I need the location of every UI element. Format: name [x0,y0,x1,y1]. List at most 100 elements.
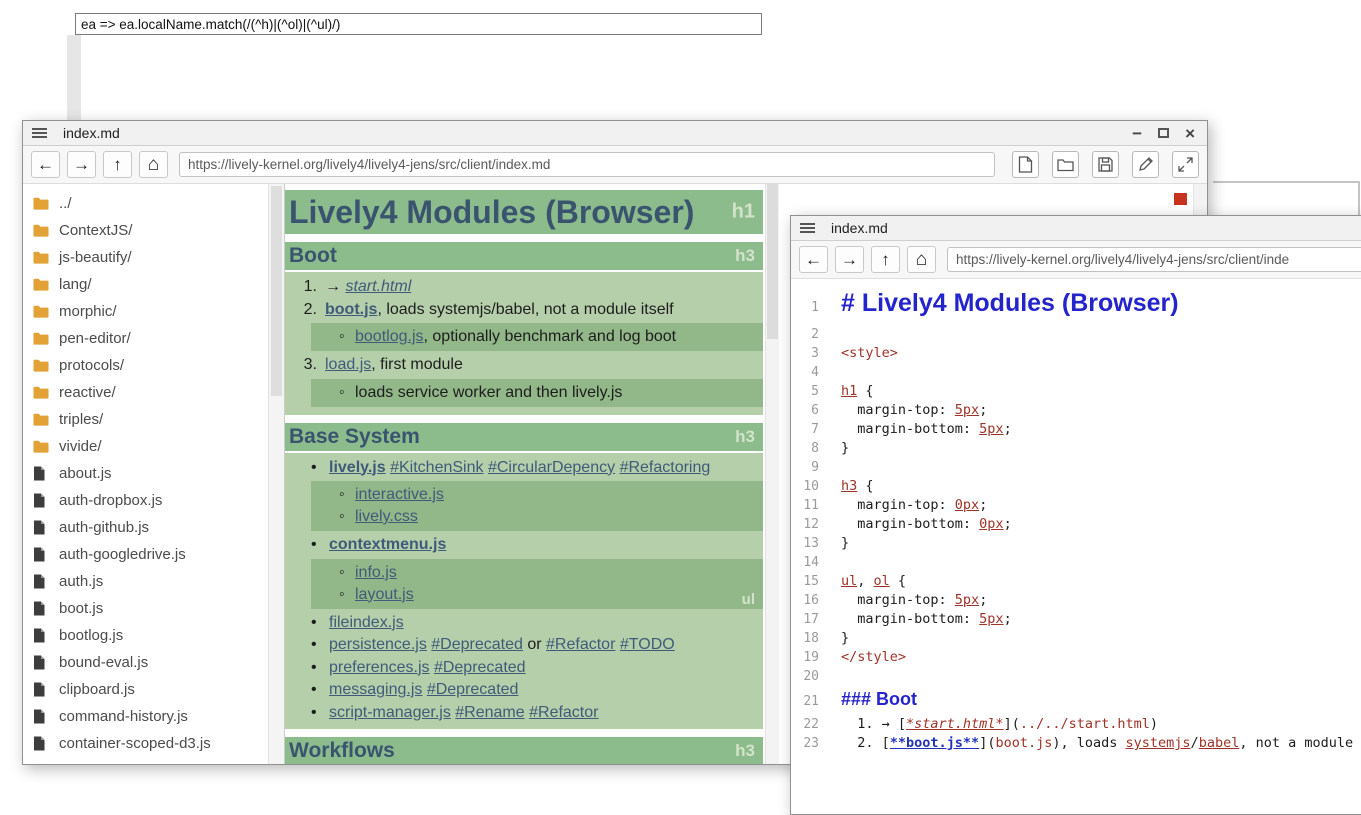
forward-button[interactable]: → [835,246,864,273]
sidebar-item-file[interactable]: bootlog.js [23,622,284,649]
code-line[interactable]: 20 [791,667,1361,686]
sidebar-item-file[interactable]: about.js [23,460,284,487]
code-editor[interactable]: 1# Lively4 Modules (Browser)23<style>45h… [791,279,1361,814]
md-link[interactable]: #Rename [455,704,524,721]
sidebar-item-file[interactable]: auth-googledrive.js [23,541,284,568]
md-link[interactable]: lively.css [355,508,418,525]
md-link[interactable]: #TODO [620,636,675,653]
url-input[interactable] [947,247,1361,272]
md-link[interactable]: info.js [355,564,397,581]
url-input[interactable] [179,152,995,177]
code-line[interactable]: 6 margin-top: 5px; [791,401,1361,420]
back-button[interactable]: ← [799,246,828,273]
code-line[interactable]: 23 2. [**boot.js**](boot.js), loads syst… [791,734,1361,753]
edit-button[interactable] [1132,151,1159,178]
md-link[interactable]: contextmenu.js [329,536,446,553]
code-line[interactable]: 4 [791,363,1361,382]
sidebar-item-file[interactable]: auth-github.js [23,514,284,541]
code-line[interactable]: 19</style> [791,648,1361,667]
minimize-button[interactable]: − [1132,125,1142,142]
code-line[interactable]: 5h1 { [791,382,1361,401]
sidebar-item-folder[interactable]: js-beautify/ [23,244,284,271]
open-folder-button[interactable] [1052,151,1079,178]
window1-titlebar[interactable]: index.md − × [23,121,1207,146]
maximize-button[interactable] [1158,128,1169,138]
sidebar-item-folder[interactable]: protocols/ [23,352,284,379]
md-link[interactable]: #CircularDepency [488,459,615,476]
window2-navbar: ← → ↑ ⌂ [791,241,1361,279]
forward-button[interactable]: → [67,151,96,178]
md-link[interactable]: messaging.js [329,681,422,698]
md-link[interactable]: #Refactor [546,636,615,653]
sidebar-item-folder[interactable]: triples/ [23,406,284,433]
md-link[interactable]: start.html [345,278,411,295]
unsaved-indicator[interactable] [1174,193,1187,205]
sidebar-item-file[interactable]: container-scoped-d3.js [23,730,284,757]
code-line[interactable]: 10h3 { [791,477,1361,496]
md-link[interactable]: #Refactoring [620,459,711,476]
probe-expression-input[interactable] [75,13,762,35]
sidebar-item-file[interactable]: clipboard.js [23,676,284,703]
element-tag-badge: h1 [732,201,755,224]
md-link[interactable]: #Refactor [529,704,598,721]
sidebar-scrollbar[interactable] [268,184,284,764]
md-link[interactable]: #KitchenSink [390,459,483,476]
sidebar-item-folder[interactable]: reactive/ [23,379,284,406]
file-name: triples/ [59,411,103,428]
code-line[interactable]: 8} [791,439,1361,458]
sidebar-item-folder[interactable]: lang/ [23,271,284,298]
back-button[interactable]: ← [31,151,60,178]
md-link[interactable]: preferences.js [329,659,430,676]
md-link[interactable]: layout.js [355,586,414,603]
window-menu-icon[interactable] [800,221,815,235]
sidebar-item-file[interactable]: boot.js [23,595,284,622]
sidebar-item-folder[interactable]: morphic/ [23,298,284,325]
sidebar-item-folder[interactable]: pen-editor/ [23,325,284,352]
code-line[interactable]: 18} [791,629,1361,648]
md-link[interactable]: fileindex.js [329,614,404,631]
md-link[interactable]: load.js [325,356,371,373]
sidebar-item-folder[interactable]: vivide/ [23,433,284,460]
code-line[interactable]: 14 [791,553,1361,572]
sidebar-item-file[interactable]: command-history.js [23,703,284,730]
expand-button[interactable] [1172,151,1199,178]
content-scrollbar[interactable] [765,184,779,764]
code-line[interactable]: 22 1. → [*start.html*](../../start.html) [791,715,1361,734]
code-line[interactable]: 7 margin-bottom: 5px; [791,420,1361,439]
md-link[interactable]: bootlog.js [355,328,424,345]
window-menu-icon[interactable] [32,126,47,140]
md-link[interactable]: interactive.js [355,486,444,503]
home-button[interactable]: ⌂ [907,246,936,273]
code-line[interactable]: 13} [791,534,1361,553]
close-button[interactable]: × [1185,125,1195,142]
nested-ul-block: ◦loads service worker and then lively.js [311,379,763,407]
code-line[interactable]: 1# Lively4 Modules (Browser) [791,286,1361,325]
md-link[interactable]: script-manager.js [329,704,451,721]
sidebar-item-folder[interactable]: ../ [23,190,284,217]
up-button[interactable]: ↑ [103,151,132,178]
md-link[interactable]: boot.js [325,301,377,318]
md-link[interactable]: #Deprecated [427,681,519,698]
sidebar-item-file[interactable]: auth-dropbox.js [23,487,284,514]
sidebar-item-folder[interactable]: ContextJS/ [23,217,284,244]
window2-titlebar[interactable]: index.md [791,216,1361,241]
save-button[interactable] [1092,151,1119,178]
md-link[interactable]: persistence.js [329,636,427,653]
new-file-button[interactable] [1012,151,1039,178]
md-link[interactable]: #Deprecated [431,636,523,653]
code-line[interactable]: 12 margin-bottom: 0px; [791,515,1361,534]
code-line[interactable]: 3<style> [791,344,1361,363]
code-line[interactable]: 9 [791,458,1361,477]
md-link[interactable]: #Deprecated [434,659,526,676]
code-line[interactable]: 17 margin-bottom: 5px; [791,610,1361,629]
up-button[interactable]: ↑ [871,246,900,273]
code-line[interactable]: 2 [791,325,1361,344]
code-line[interactable]: 16 margin-top: 5px; [791,591,1361,610]
code-line[interactable]: 21### Boot [791,686,1361,715]
sidebar-item-file[interactable]: bound-eval.js [23,649,284,676]
sidebar-item-file[interactable]: auth.js [23,568,284,595]
md-link[interactable]: lively.js [329,459,386,476]
home-button[interactable]: ⌂ [139,151,168,178]
code-line[interactable]: 11 margin-top: 0px; [791,496,1361,515]
code-line[interactable]: 15ul, ol { [791,572,1361,591]
